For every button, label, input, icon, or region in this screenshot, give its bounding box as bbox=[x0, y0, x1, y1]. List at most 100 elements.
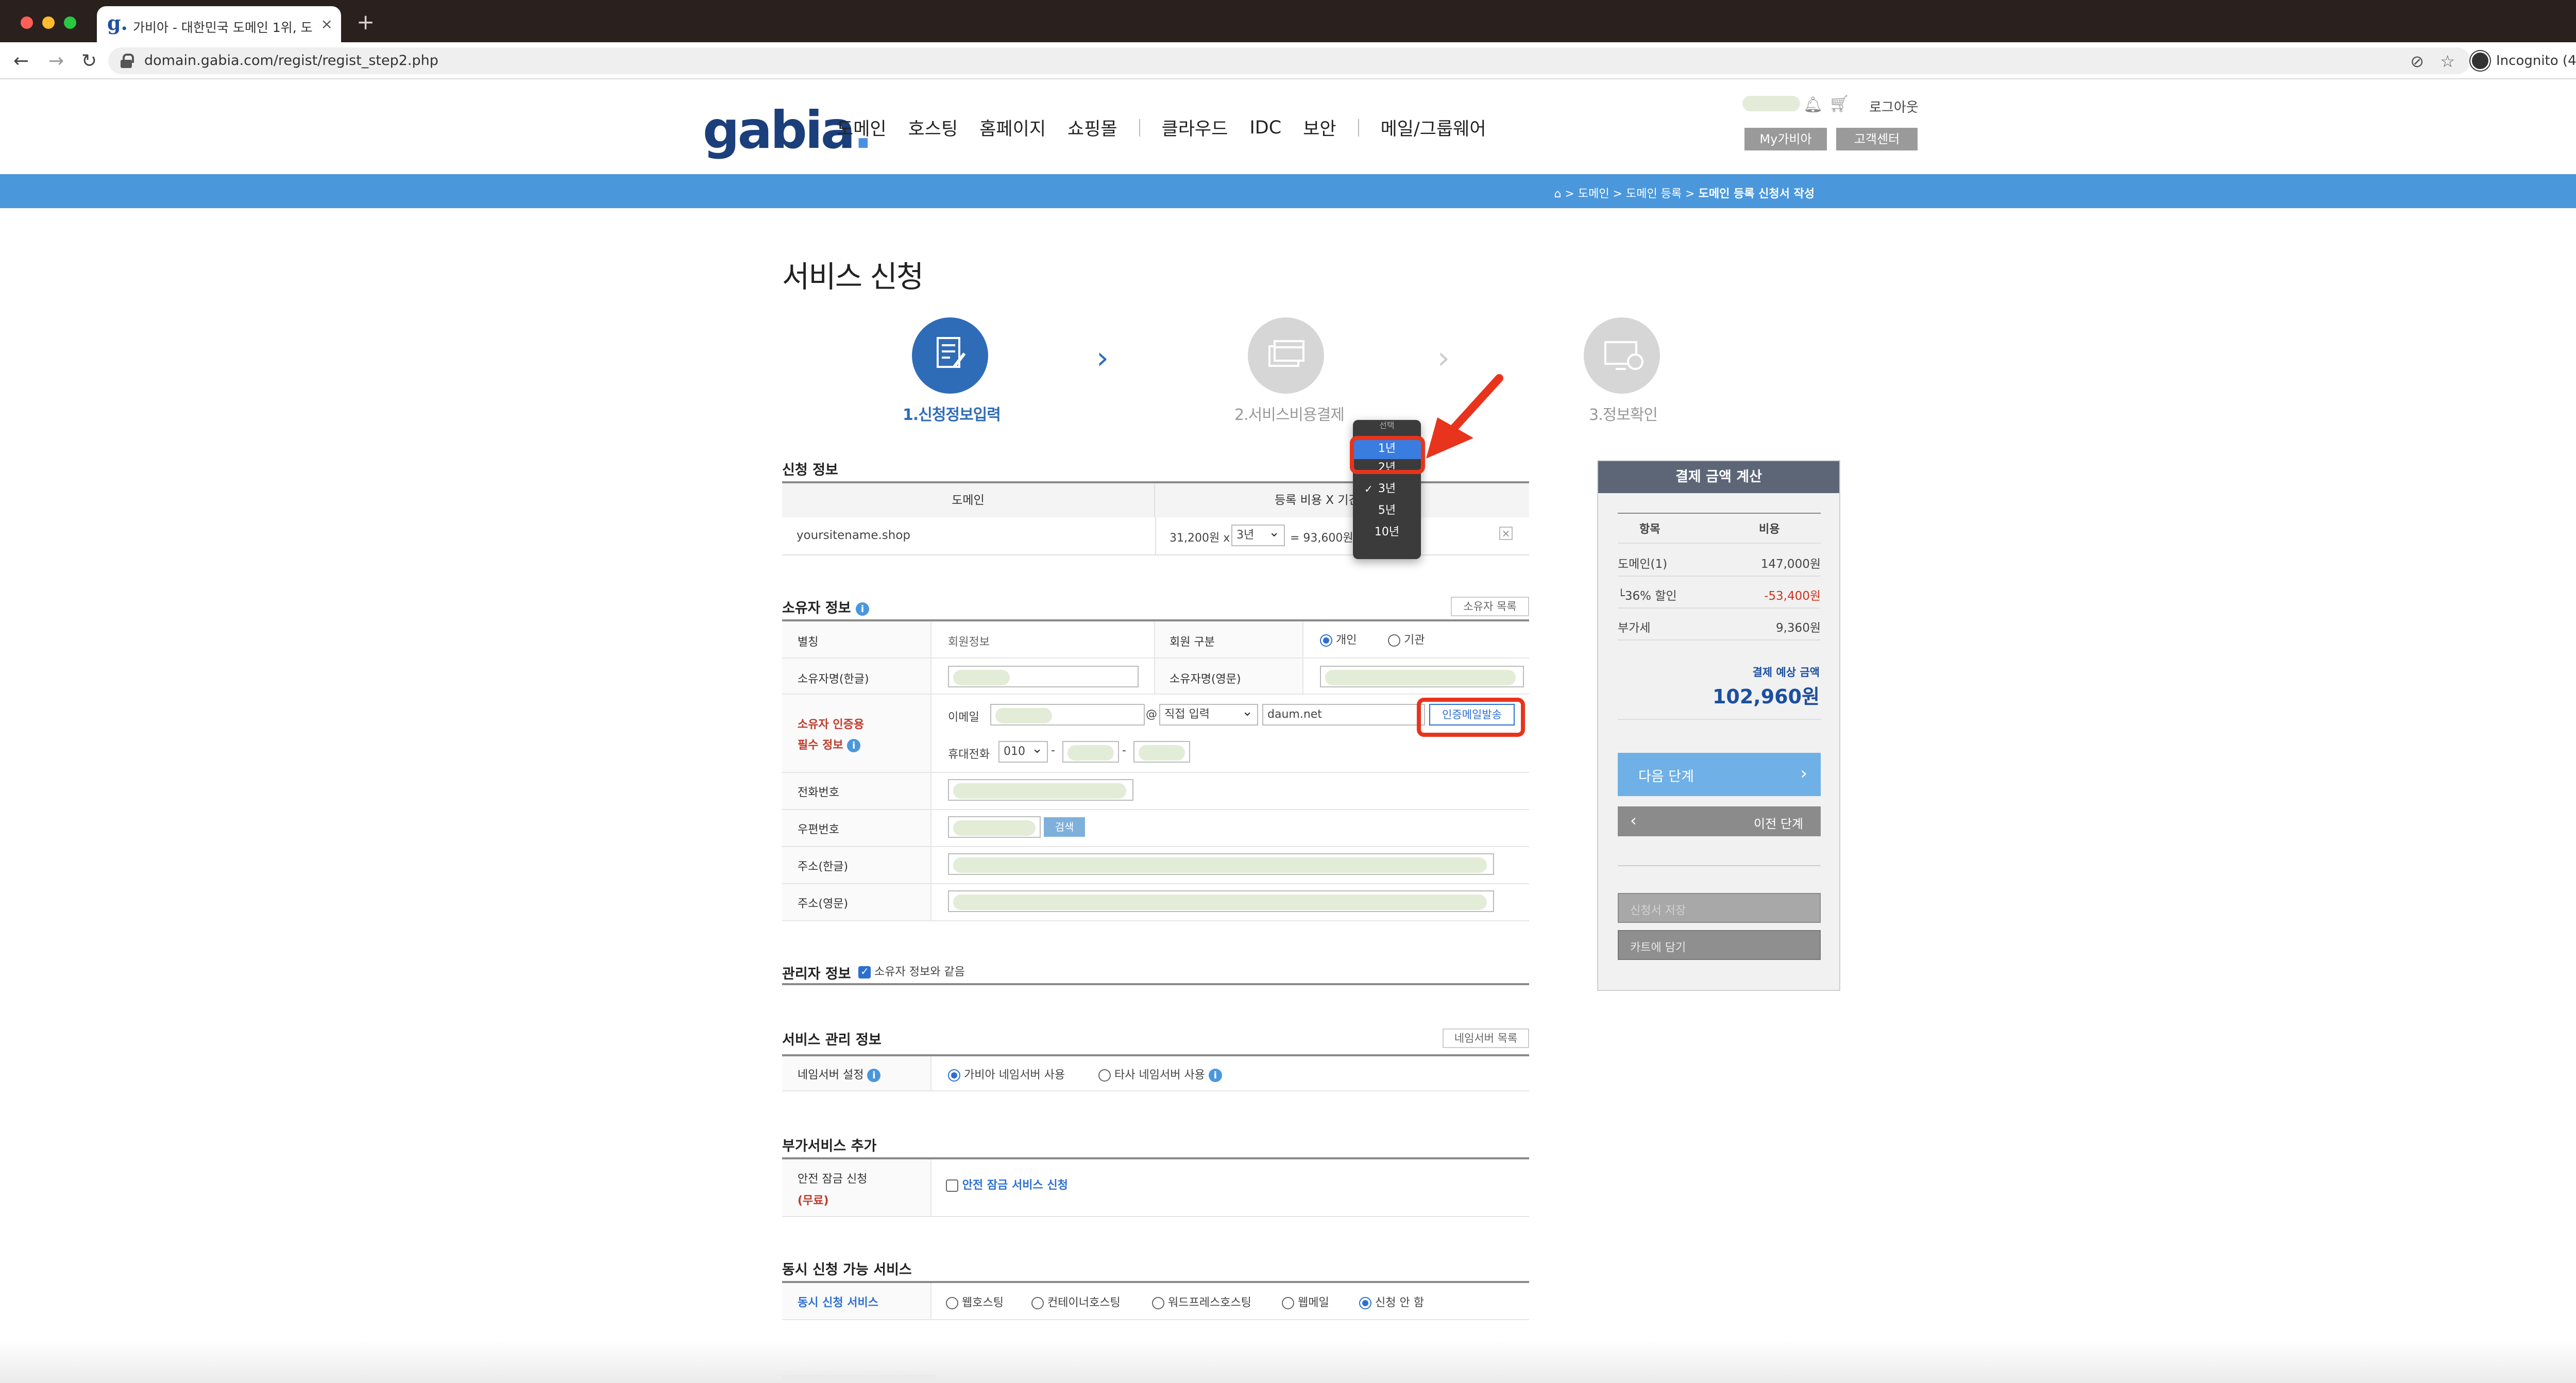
step-2-icon bbox=[1248, 317, 1324, 394]
browser-tab-active[interactable]: g. 가비아 - 대한민국 도메인 1위, 도메인 × bbox=[97, 6, 341, 42]
lock-icon[interactable] bbox=[121, 54, 134, 68]
breadcrumb-current: 도메인 등록 신청서 작성 bbox=[1698, 188, 1815, 200]
add-to-cart-button[interactable]: 카트에 담기 bbox=[1618, 930, 1821, 960]
info-icon[interactable]: i bbox=[1208, 1069, 1222, 1082]
name-en-input[interactable] bbox=[1320, 666, 1524, 687]
logout-link[interactable]: 로그아웃 bbox=[1869, 97, 1919, 116]
reload-icon[interactable]: ↻ bbox=[81, 50, 97, 72]
ns-gabia-option[interactable]: 가비아 네임서버 사용 bbox=[948, 1066, 1065, 1082]
radio-ns-gabia[interactable] bbox=[948, 1069, 960, 1082]
zip-input[interactable] bbox=[948, 816, 1041, 838]
email-id-input[interactable] bbox=[990, 704, 1145, 726]
nav-security[interactable]: 보안 bbox=[1303, 114, 1336, 141]
same-as-owner-option[interactable]: 소유자 정보와 같음 bbox=[858, 963, 965, 979]
incognito-profile-button[interactable]: Incognito (4) bbox=[2470, 50, 2576, 71]
concurrent-none[interactable]: 신청 안 함 bbox=[1359, 1293, 1424, 1310]
mobile-last-input[interactable] bbox=[1133, 741, 1190, 763]
safe-lock-option[interactable]: 안전 잠금 서비스 신청 bbox=[946, 1176, 1068, 1192]
concurrent-webhosting[interactable]: 웹호스팅 bbox=[946, 1293, 1004, 1310]
concurrent-wordpress[interactable]: 워드프레스호스팅 bbox=[1152, 1293, 1251, 1310]
owner-list-button[interactable]: 소유자 목록 bbox=[1451, 597, 1529, 616]
email-domain-select[interactable]: 직접 입력 bbox=[1159, 702, 1258, 726]
nav-idc[interactable]: IDC bbox=[1249, 117, 1281, 138]
global-nav: 도메인 호스팅 홈페이지 쇼핑몰 클라우드 IDC 보안 메일/그룹웨어 bbox=[837, 114, 1508, 141]
remove-domain-icon[interactable]: × bbox=[1499, 527, 1513, 540]
step-3-label: 3.정보확인 bbox=[1589, 406, 1658, 424]
radio-container[interactable] bbox=[1031, 1297, 1044, 1309]
sidebar-row-value: 9,360원 bbox=[1775, 621, 1821, 635]
nav-shoppingmall[interactable]: 쇼핑몰 bbox=[1067, 114, 1117, 141]
concurrent-container[interactable]: 컨테이너호스팅 bbox=[1031, 1293, 1121, 1310]
lock-label-bg bbox=[782, 1159, 931, 1217]
member-type-personal[interactable]: 개인 bbox=[1320, 631, 1357, 647]
new-tab-button[interactable]: + bbox=[357, 9, 375, 35]
bell-icon[interactable]: 🔔︎ bbox=[1803, 96, 1823, 114]
radio-org[interactable] bbox=[1388, 634, 1400, 647]
email-at: @ bbox=[1146, 708, 1157, 721]
same-as-owner-checkbox[interactable] bbox=[858, 965, 871, 979]
info-icon[interactable]: i bbox=[847, 739, 861, 752]
info-icon[interactable]: i bbox=[867, 1069, 881, 1082]
nav-cloud[interactable]: 클라우드 bbox=[1162, 114, 1228, 141]
info-icon[interactable]: i bbox=[856, 602, 870, 616]
tab-close-icon[interactable]: × bbox=[321, 15, 333, 32]
forward-arrow-icon[interactable]: → bbox=[48, 50, 64, 72]
phone-label: 전화번호 bbox=[798, 786, 839, 799]
period-option-partial[interactable]: 선택 bbox=[1353, 420, 1421, 431]
member-type-org[interactable]: 기관 bbox=[1388, 631, 1425, 647]
next-step-button[interactable]: 다음 단계 › bbox=[1618, 753, 1821, 796]
concurrent-webmail[interactable]: 웹메일 bbox=[1282, 1293, 1329, 1310]
nav-domain[interactable]: 도메인 bbox=[837, 114, 887, 141]
concurrent-section-title: 동시 신청 가능 서비스 bbox=[782, 1262, 912, 1278]
radio-wordpress[interactable] bbox=[1152, 1297, 1164, 1309]
back-arrow-icon[interactable]: ← bbox=[13, 50, 29, 72]
nav-hosting[interactable]: 호스팅 bbox=[908, 114, 958, 141]
home-icon[interactable]: ⌂ bbox=[1554, 188, 1561, 200]
name-kr-label: 소유자명(한글) bbox=[798, 673, 869, 686]
addr-en-label: 주소(영문) bbox=[798, 898, 849, 910]
addr-en-input[interactable] bbox=[948, 890, 1494, 912]
prev-step-button[interactable]: ‹ 이전 단계 bbox=[1618, 806, 1821, 836]
email-domain-input[interactable]: daum.net bbox=[1262, 704, 1425, 726]
period-select[interactable]: 3년 bbox=[1231, 522, 1285, 546]
radio-webhosting[interactable] bbox=[946, 1297, 958, 1309]
member-type-label: 회원 구분 bbox=[1170, 636, 1215, 649]
save-application-button[interactable]: 신청서 저장 bbox=[1618, 893, 1821, 923]
phone-input[interactable] bbox=[948, 779, 1133, 801]
eye-off-icon[interactable]: ⊘ bbox=[2410, 52, 2424, 71]
url-text[interactable]: domain.gabia.com/regist/regist_step2.php bbox=[144, 53, 438, 69]
bookmark-star-icon[interactable]: ☆ bbox=[2440, 52, 2455, 71]
period-option-3y[interactable]: ✓ 3년 bbox=[1353, 479, 1421, 499]
radio-personal[interactable] bbox=[1320, 634, 1332, 647]
mobile-middle-input[interactable] bbox=[1062, 741, 1119, 763]
mobile-last-redacted bbox=[1139, 745, 1185, 761]
card-payment-icon bbox=[1268, 340, 1304, 367]
addr-kr-redacted bbox=[953, 857, 1487, 873]
radio-ns-other[interactable] bbox=[1098, 1069, 1111, 1082]
my-gabia-button[interactable]: My가비아 bbox=[1744, 128, 1827, 150]
expected-label: 결제 예상 금액 bbox=[1752, 666, 1820, 679]
window-zoom-button[interactable] bbox=[64, 16, 76, 29]
cart-icon[interactable]: 🛒︎ bbox=[1829, 94, 1850, 113]
mobile-prefix-select[interactable]: 010 bbox=[998, 739, 1048, 763]
period-option-10y[interactable]: 10년 bbox=[1353, 522, 1421, 543]
ns-other-option[interactable]: 타사 네임서버 사용 i bbox=[1098, 1066, 1222, 1082]
radio-none[interactable] bbox=[1359, 1297, 1371, 1309]
name-kr-input[interactable] bbox=[948, 666, 1139, 687]
nav-homepage[interactable]: 홈페이지 bbox=[979, 114, 1046, 141]
address-bar[interactable]: domain.gabia.com/regist/regist_step2.php… bbox=[108, 47, 2470, 74]
nav-mail-groupware[interactable]: 메일/그룹웨어 bbox=[1381, 114, 1486, 141]
payment-sidebar: 결제 금액 계산 항목 비용 도메인(1) 147,000원 └36% 할인 -53… bbox=[1597, 460, 1840, 991]
row-divider bbox=[782, 809, 1529, 810]
addon-section-title: 부가서비스 추가 bbox=[782, 1138, 877, 1154]
addr-kr-input[interactable] bbox=[948, 853, 1494, 875]
customer-center-button[interactable]: 고객센터 bbox=[1836, 128, 1918, 150]
nameserver-list-button[interactable]: 네임서버 목록 bbox=[1443, 1028, 1529, 1048]
window-minimize-button[interactable] bbox=[42, 16, 55, 29]
zip-search-button[interactable]: 검색 bbox=[1044, 817, 1085, 837]
window-close-button[interactable] bbox=[21, 16, 33, 29]
safe-lock-checkbox[interactable] bbox=[946, 1179, 958, 1192]
radio-webmail[interactable] bbox=[1282, 1297, 1294, 1309]
breadcrumb-path[interactable]: > 도메인 > 도메인 등록 > bbox=[1561, 188, 1698, 200]
period-option-5y[interactable]: 5년 bbox=[1353, 500, 1421, 521]
